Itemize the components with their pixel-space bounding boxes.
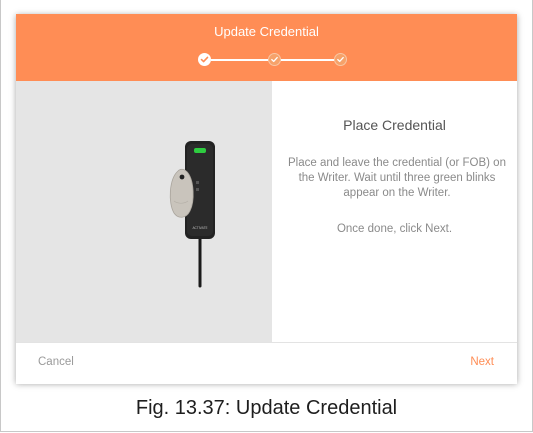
dialog-header: Update Credential (16, 14, 517, 81)
progress-stepper (197, 52, 347, 68)
update-credential-dialog: Update Credential ACTIVATE Place Credent… (16, 14, 517, 384)
figure-caption: Fig. 13.37: Update Credential (135, 397, 398, 419)
next-button[interactable]: Next (470, 356, 494, 368)
check-icon (337, 56, 344, 63)
step-2-pending (268, 53, 281, 66)
next-hint-text: Once done, click Next. (336, 223, 453, 235)
step-3-pending (334, 53, 347, 66)
stepper-connector (281, 59, 334, 61)
credential-writer-icon: ACTIVATE (169, 141, 215, 288)
dialog-title: Update Credential (214, 24, 319, 39)
stepper-connector (211, 59, 268, 61)
instructions-panel: Place Credential Place and leave the cre… (272, 81, 517, 342)
dialog-footer: Cancel Next (16, 342, 517, 384)
instructions-text: Place and leave the credential (or FOB) … (288, 157, 506, 199)
check-icon (200, 56, 209, 63)
step-1-completed (198, 53, 211, 66)
check-icon (271, 56, 278, 63)
device-label: ACTIVATE (192, 226, 207, 230)
cancel-button[interactable]: Cancel (38, 356, 74, 368)
content-title: Place Credential (343, 117, 446, 133)
illustration-panel: ACTIVATE (16, 81, 272, 342)
